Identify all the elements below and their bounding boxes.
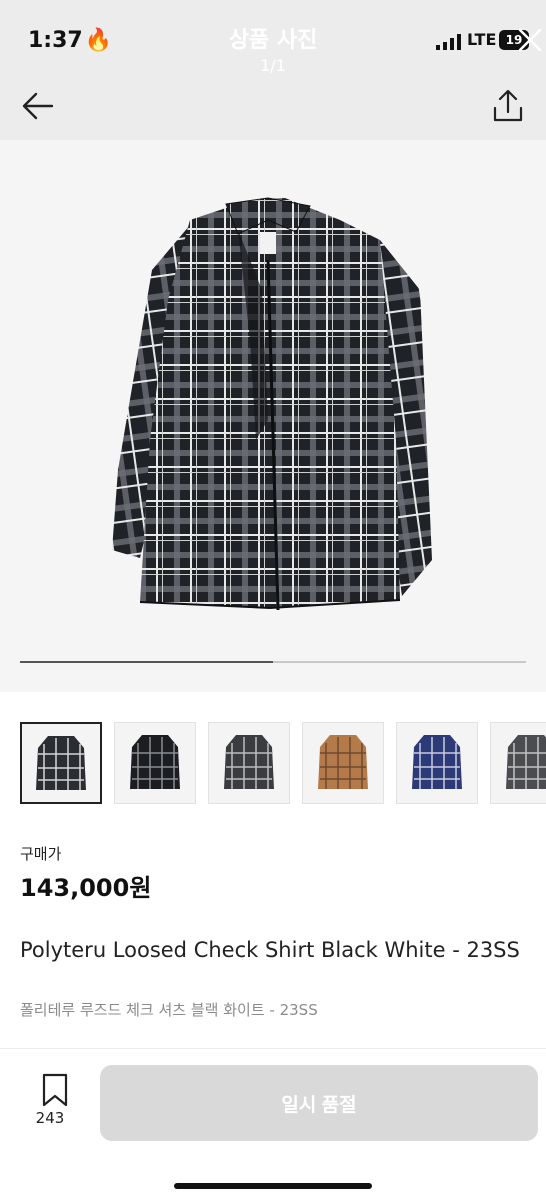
signal-icon <box>436 34 461 50</box>
carousel-progress-fill <box>20 661 273 663</box>
viewer-title: 상품 사진 <box>228 28 318 53</box>
thumbnail-black-dark[interactable] <box>114 722 196 804</box>
product-name-ko: 폴리테루 루즈드 체크 셔츠 블랙 화이트 - 23SS <box>20 1001 318 1019</box>
product-name-en: Polyteru Loosed Check Shirt Black White … <box>20 938 520 962</box>
network-type: LTE <box>467 30 497 49</box>
product-image-carousel[interactable] <box>0 140 546 692</box>
share-icon[interactable] <box>490 88 526 124</box>
bottom-action-bar: 243 일시 품절 <box>0 1048 546 1200</box>
bookmark-count: 243 <box>35 1109 65 1127</box>
status-bar: 1:37🔥 상품 사진 1/1 LTE 19 <box>0 0 546 88</box>
image-counter: 1/1 <box>260 56 286 75</box>
nav-bar <box>0 88 546 140</box>
product-photo-plaid-shirt <box>112 197 432 611</box>
bookmark-icon <box>42 1073 67 1107</box>
thumbnail-navy[interactable] <box>396 722 478 804</box>
thumbnail-strip[interactable] <box>20 722 546 806</box>
thumbnail-grey[interactable] <box>490 722 546 804</box>
bookmark-button[interactable]: 243 <box>26 1073 74 1131</box>
image-viewer-header: 1:37🔥 상품 사진 1/1 LTE 19 <box>0 0 546 140</box>
home-indicator <box>174 1183 372 1189</box>
thumbnail-beige[interactable] <box>302 722 384 804</box>
price-label: 구매가 <box>20 845 62 863</box>
back-arrow-icon[interactable] <box>20 88 56 124</box>
price-value: 143,000원 <box>20 874 152 902</box>
carousel-progress <box>20 661 526 663</box>
close-icon[interactable] <box>516 26 544 54</box>
sold-out-button[interactable]: 일시 품절 <box>100 1065 538 1141</box>
thumbnail-black-grey[interactable] <box>208 722 290 804</box>
thumbnail-black-white[interactable] <box>20 722 102 804</box>
